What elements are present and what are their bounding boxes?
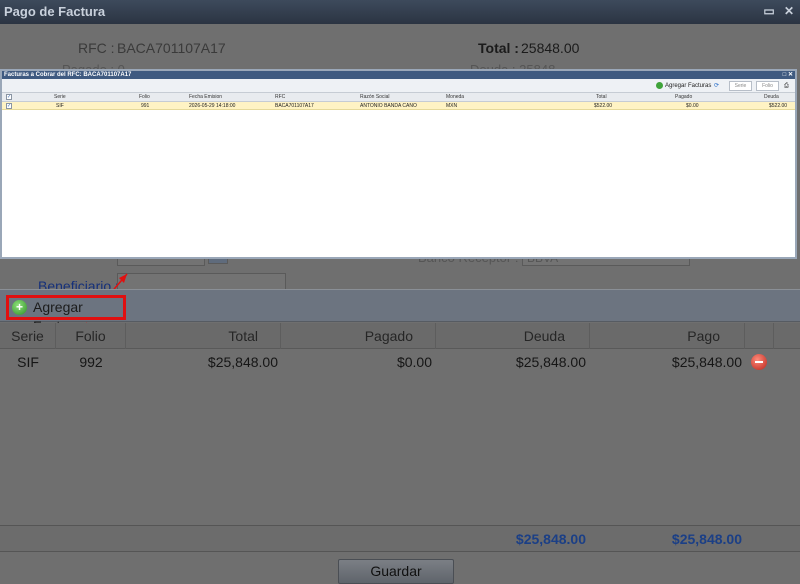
td-pagado: $0.00 (396, 354, 432, 370)
remove-row-icon[interactable] (751, 354, 767, 370)
td-total: $25,848.00 (207, 354, 278, 370)
td-pago[interactable]: $25,848.00 (590, 350, 742, 374)
table-row[interactable]: SIF 992 $25,848.00 $0.00 $25,848.00 $25,… (0, 350, 800, 374)
th-total: Total (126, 323, 281, 349)
th-actions (745, 323, 774, 349)
td-deuda: $25,848.00 (515, 354, 586, 370)
th-deuda: Deuda (436, 323, 590, 349)
th-pago: Pago (590, 323, 745, 349)
totals-row: $25,848.00 $25,848.00 (0, 525, 800, 552)
th-serie: Serie (0, 323, 56, 349)
pago-total: $25,848.00 (671, 531, 742, 547)
th-pagado: Pagado (281, 323, 436, 349)
payment-window: Pago de Factura ▭ ✕ RFC : BACA701107A17 … (0, 0, 800, 584)
deuda-total: $25,848.00 (515, 531, 586, 547)
th-folio: Folio (56, 323, 126, 349)
td-serie: SIF (17, 354, 39, 370)
invoice-table-header: Serie Folio Total Pagado Deuda Pago (0, 323, 800, 349)
guardar-button[interactable]: Guardar (338, 559, 454, 584)
agregar-factura-button[interactable]: + Agregar Factura (6, 295, 126, 334)
td-folio: 992 (79, 354, 103, 370)
add-icon: + (12, 300, 27, 315)
